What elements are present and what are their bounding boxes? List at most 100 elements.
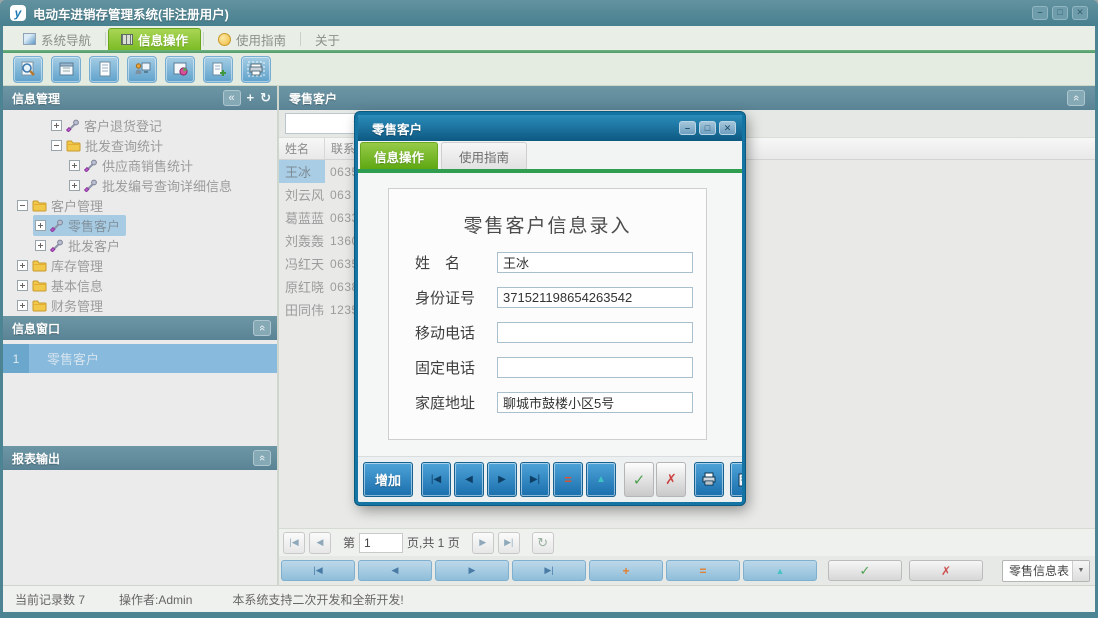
cancel-button[interactable]: ✗ — [909, 560, 983, 581]
next-record-button[interactable]: ▶ — [487, 462, 517, 497]
restore-button[interactable]: □ — [1052, 6, 1068, 20]
tree-item[interactable]: 批发编号查询详细信息 — [3, 175, 277, 195]
refresh-icon[interactable]: ↻ — [260, 90, 271, 106]
column-header[interactable]: 姓名 — [279, 138, 325, 159]
dialog-maximize-button[interactable]: □ — [699, 121, 716, 135]
tab-system-navigation[interactable]: 系统导航 — [11, 28, 103, 50]
tree-item[interactable]: 客户退货登记 — [3, 115, 277, 135]
tree-item[interactable]: 批发客户 — [3, 235, 277, 255]
tree-item[interactable]: 零售客户 — [3, 215, 277, 235]
tree-item[interactable]: 基本信息 — [3, 275, 277, 295]
dialog-minimize-button[interactable]: – — [679, 121, 696, 135]
tree-item-content: 批发客户 — [33, 235, 126, 256]
id-number-label: 身份证号 — [415, 287, 497, 308]
info-window-item[interactable]: 1 零售客户 — [3, 344, 277, 373]
delete-record-button[interactable]: = — [666, 560, 740, 581]
collapse-left-button[interactable]: « — [223, 90, 241, 106]
landline-phone-field[interactable] — [497, 357, 693, 378]
tree-item[interactable]: 客户管理 — [3, 195, 277, 215]
dialog-tab-user-guide[interactable]: 使用指南 — [441, 142, 527, 169]
name-field[interactable] — [497, 252, 693, 273]
expander-plus-icon[interactable] — [17, 260, 28, 271]
expander-minus-icon[interactable] — [17, 200, 28, 211]
expander-plus-icon[interactable] — [69, 180, 80, 191]
tree-item-content: 客户退货登记 — [49, 115, 168, 136]
add-record-button[interactable]: + — [589, 560, 663, 581]
expander-plus-icon[interactable] — [17, 300, 28, 311]
tree-item-label: 供应商销售统计 — [102, 156, 193, 175]
next-page-button[interactable]: ▶ — [435, 560, 509, 581]
dialog-title: 零售客户 — [372, 119, 422, 138]
dialog-close-button[interactable]: ✕ — [719, 121, 736, 135]
tool-icon — [66, 119, 80, 132]
page-number-input[interactable] — [359, 533, 403, 553]
id-number-field[interactable] — [497, 287, 693, 308]
report-chart-button[interactable] — [165, 56, 195, 83]
search-preview-button[interactable] — [13, 56, 43, 83]
print-button[interactable] — [694, 462, 724, 497]
confirm-button[interactable]: ✓ — [624, 462, 654, 497]
document-icon — [96, 61, 113, 77]
expander-plus-icon[interactable] — [51, 120, 62, 131]
form-view-button[interactable] — [51, 56, 81, 83]
tree-item-label: 批发查询统计 — [85, 136, 163, 155]
collapse-up-button[interactable]: « — [1067, 90, 1085, 106]
collapse-up-button[interactable]: « — [253, 450, 271, 466]
document-button[interactable] — [89, 56, 119, 83]
tree-item[interactable]: 供应商销售统计 — [3, 155, 277, 175]
filter-input[interactable] — [292, 116, 352, 132]
prev-page-button[interactable]: ◀ — [309, 532, 331, 554]
cancel-button[interactable]: ✗ — [656, 462, 686, 497]
tab-info-operation[interactable]: 信息操作 — [108, 28, 201, 50]
next-page-button[interactable]: ▶ — [472, 532, 494, 554]
minimize-button[interactable]: – — [1032, 6, 1048, 20]
record-count: 当前记录数 7 — [15, 591, 85, 608]
user-management-button[interactable] — [127, 56, 157, 83]
cell-name: 王冰 — [279, 160, 325, 183]
expander-plus-icon[interactable] — [69, 160, 80, 171]
tab-about[interactable]: 关于 — [303, 28, 352, 50]
more-button[interactable] — [730, 462, 742, 497]
prev-record-button[interactable]: ◀ — [454, 462, 484, 497]
collapse-up-button[interactable]: « — [253, 320, 271, 336]
main-panel-header: 零售客户 « — [279, 86, 1095, 110]
tree-item[interactable]: 批发查询统计 — [3, 135, 277, 155]
print-setup-button[interactable] — [241, 56, 271, 83]
tree-item-content: 基本信息 — [15, 275, 109, 296]
tree-item[interactable]: 财务管理 — [3, 295, 277, 315]
mobile-phone-field[interactable] — [497, 322, 693, 343]
first-page-button[interactable]: |◀ — [283, 532, 305, 554]
confirm-button[interactable]: ✓ — [828, 560, 902, 581]
expander-plus-icon[interactable] — [35, 220, 46, 231]
expander-plus-icon[interactable] — [17, 280, 28, 291]
cell-name: 田同伟 — [279, 298, 325, 321]
tab-user-guide[interactable]: 使用指南 — [206, 28, 298, 50]
modify-record-button[interactable]: ▲ — [743, 560, 817, 581]
last-page-button[interactable]: ▶| — [498, 532, 520, 554]
first-record-button[interactable]: |◀ — [421, 462, 451, 497]
tab-separator — [203, 32, 204, 46]
new-document-button[interactable] — [203, 56, 233, 83]
filter-combo[interactable]: ▼ — [285, 113, 363, 134]
tree-item[interactable]: 库存管理 — [3, 255, 277, 275]
expander-plus-icon[interactable] — [35, 240, 46, 251]
dialog-tab-info-operation[interactable]: 信息操作 — [360, 142, 438, 169]
close-button[interactable]: ✕ — [1072, 6, 1088, 20]
last-record-button[interactable]: ▶| — [520, 462, 550, 497]
home-address-field[interactable] — [497, 392, 693, 413]
add-button[interactable]: 增加 — [363, 462, 413, 497]
operator-label: 操作者:Admin — [119, 591, 192, 608]
report-table-select[interactable]: 零售信息表▼ — [1002, 560, 1090, 582]
first-page-button[interactable]: |◀ — [281, 560, 355, 581]
add-icon[interactable]: + — [247, 90, 255, 106]
prev-page-button[interactable]: ◀ — [358, 560, 432, 581]
tree-item-content: 批发查询统计 — [49, 135, 169, 156]
expander-minus-icon[interactable] — [51, 140, 62, 151]
navigation-tree: 客户退货登记批发查询统计供应商销售统计批发编号查询详细信息客户管理零售客户批发客… — [3, 110, 277, 316]
refresh-button[interactable]: ↻ — [532, 532, 554, 554]
append-record-button[interactable]: ▲ — [586, 462, 616, 497]
last-page-button[interactable]: ▶| — [512, 560, 586, 581]
tree-item-label: 批发编号查询详细信息 — [102, 176, 232, 195]
delete-record-button[interactable]: = — [553, 462, 583, 497]
cell-name: 刘轰轰 — [279, 229, 325, 252]
